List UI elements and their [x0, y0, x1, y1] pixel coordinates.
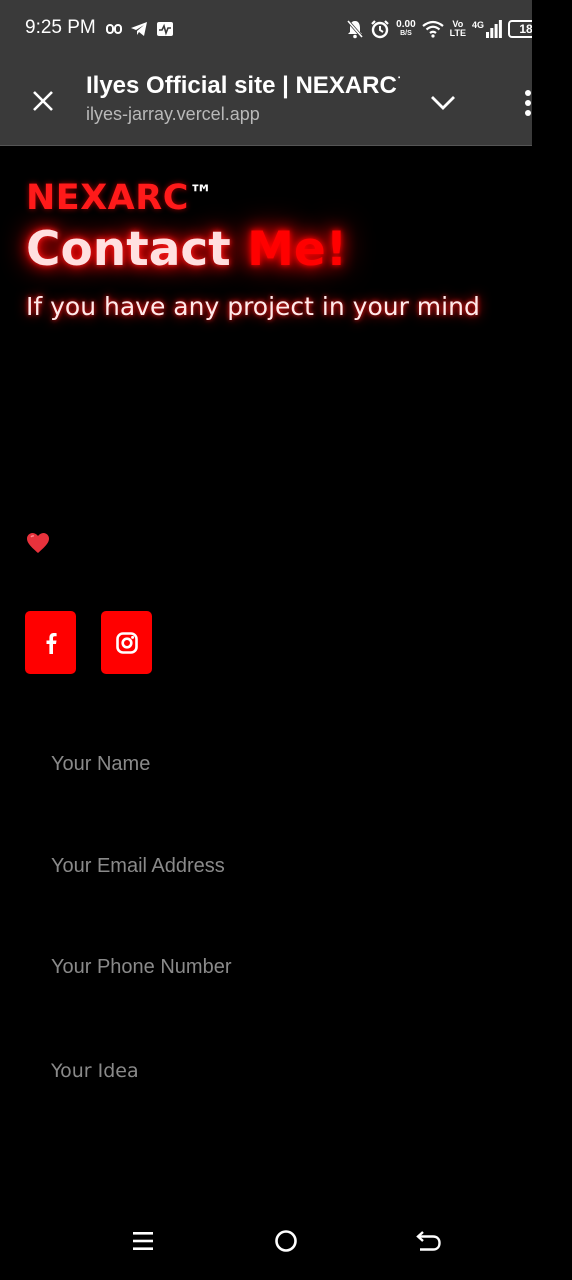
instagram-icon — [115, 631, 138, 654]
email-input[interactable] — [51, 846, 521, 886]
expand-button[interactable] — [426, 86, 460, 120]
browser-toolbar: Ilyes Official site | NEXARC™ ilyes-jarr… — [0, 58, 572, 146]
page-title: Ilyes Official site | NEXARC™ — [86, 72, 400, 99]
menu-icon — [133, 1232, 153, 1250]
overflow-region — [532, 0, 572, 146]
system-nav-bar — [0, 1200, 572, 1280]
network-type: 4G — [471, 20, 484, 30]
contact-subheading: If you have any project in your mind — [26, 292, 480, 321]
facebook-button[interactable] — [25, 611, 76, 674]
idea-input[interactable] — [51, 1051, 521, 1091]
close-tab-button[interactable] — [26, 84, 60, 118]
net-speed-value: 0.00 — [396, 19, 416, 30]
more-vertical-icon — [525, 90, 531, 116]
heading-me: Me! — [247, 222, 348, 277]
telegram-icon — [131, 22, 147, 36]
chevron-down-icon — [431, 96, 455, 110]
wifi-icon — [421, 20, 444, 38]
recents-button[interactable] — [128, 1226, 158, 1256]
facebook-icon — [46, 632, 57, 654]
back-button[interactable] — [414, 1226, 444, 1256]
more-options-button[interactable] — [516, 86, 540, 120]
bell-off-icon — [347, 20, 364, 39]
status-time: 9:25 PM — [25, 17, 96, 38]
home-icon — [275, 1230, 297, 1252]
name-input[interactable] — [51, 744, 521, 784]
battery-level: 18 — [519, 22, 533, 36]
page-url[interactable]: ilyes-jarray.vercel.app — [86, 104, 400, 125]
heart-icon — [27, 533, 49, 553]
close-icon — [33, 91, 53, 111]
home-button[interactable] — [271, 1226, 301, 1256]
volte-indicator: Vo LTE — [450, 20, 466, 38]
net-speed: 0.00 B/S — [396, 20, 415, 38]
signal-icon — [486, 20, 502, 38]
activity-icon — [157, 22, 173, 36]
signal-group: 4G — [472, 20, 502, 38]
title-block: Ilyes Official site | NEXARC™ ilyes-jarr… — [86, 72, 400, 125]
alarm-icon — [371, 20, 389, 39]
instagram-button[interactable] — [101, 611, 152, 674]
status-icons-left — [106, 18, 174, 40]
status-icons-right: 0.00 B/S Vo LTE 4G 18 — [346, 14, 562, 44]
link-icon — [106, 24, 122, 34]
status-bar: 9:25 PM 0.00 B/S Vo LTE 4G 18 — [0, 0, 572, 58]
heading-contact: Contact — [26, 222, 248, 277]
brand-trademark: ™ — [188, 180, 214, 208]
contact-heading: Contact Me! — [26, 222, 347, 277]
volte-bottom: LTE — [449, 28, 466, 38]
brand-name: NEXARC — [26, 178, 189, 218]
phone-input[interactable] — [51, 947, 521, 987]
brand-logo[interactable]: NEXARC™ — [26, 178, 213, 218]
net-speed-unit: B/S — [400, 30, 412, 37]
back-icon — [416, 1231, 441, 1251]
